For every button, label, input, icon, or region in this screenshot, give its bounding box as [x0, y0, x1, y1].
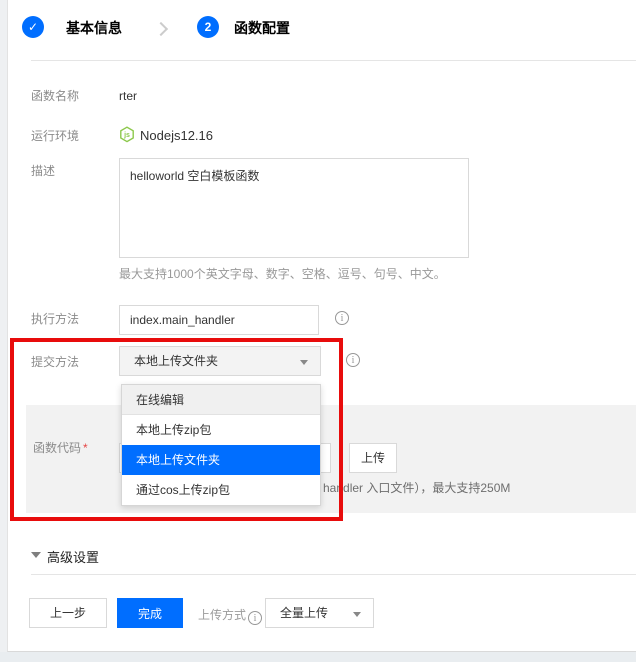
description-hint: 最大支持1000个英文字母、数字、空格、逗号、句号、中文。 [119, 266, 446, 282]
dropdown-option-online-edit[interactable]: 在线编辑 [122, 385, 320, 415]
dropdown-option-upload-folder[interactable]: 本地上传文件夹 [122, 445, 320, 475]
caret-down-icon [353, 612, 361, 617]
chevron-right-icon [154, 22, 168, 36]
page-background: ✓ 基本信息 2 函数配置 函数名称 rter 运行环境 js Nodejs12… [0, 0, 636, 662]
submit-method-selected-value: 本地上传文件夹 [134, 354, 218, 368]
caret-down-icon [300, 360, 308, 365]
handler-info-icon[interactable]: i [335, 311, 349, 325]
submit-method-select[interactable]: 本地上传文件夹 [119, 346, 321, 376]
submit-method-label: 提交方法 [31, 354, 79, 370]
upload-mode-selected-value: 全量上传 [280, 606, 328, 620]
step1-label[interactable]: 基本信息 [66, 17, 122, 39]
handler-input[interactable] [119, 305, 319, 335]
advanced-settings-toggle[interactable]: 高级设置 [47, 547, 99, 566]
wizard-card: ✓ 基本信息 2 函数配置 函数名称 rter 运行环境 js Nodejs12… [7, 0, 636, 652]
handler-label: 执行方法 [31, 311, 79, 327]
description-textarea[interactable]: helloworld 空白模板函数 [119, 158, 469, 258]
dropdown-option-upload-zip[interactable]: 本地上传zip包 [122, 415, 320, 445]
step2-circle: 2 [197, 16, 219, 38]
finish-button[interactable]: 完成 [117, 598, 183, 628]
bottom-gutter [0, 652, 636, 662]
submit-method-dropdown: 在线编辑 本地上传zip包 本地上传文件夹 通过cos上传zip包 [121, 384, 321, 506]
check-icon: ✓ [28, 20, 38, 34]
submit-method-info-icon[interactable]: i [346, 353, 360, 367]
upload-button[interactable]: 上传 [349, 443, 397, 473]
step2-label: 函数配置 [234, 17, 290, 39]
dropdown-option-cos-zip[interactable]: 通过cos上传zip包 [122, 475, 320, 505]
header-divider [31, 60, 636, 61]
function-name-value: rter [119, 88, 137, 104]
required-asterisk: * [83, 441, 88, 455]
previous-step-button[interactable]: 上一步 [29, 598, 107, 628]
svg-text:js: js [123, 132, 130, 139]
description-label: 描述 [31, 163, 55, 179]
step1-done-circle: ✓ [22, 16, 44, 38]
nodejs-icon: js [119, 126, 135, 143]
function-code-label: 函数代码* [33, 440, 88, 456]
function-name-label: 函数名称 [31, 88, 79, 104]
upload-mode-select[interactable]: 全量上传 [265, 598, 374, 628]
runtime-label: 运行环境 [31, 128, 79, 144]
upload-mode-label: 上传方式i [198, 606, 262, 625]
function-code-section [26, 405, 636, 513]
code-hint-fragment: handler 入口文件），最大支持250M [323, 480, 510, 496]
collapse-triangle-icon [31, 552, 41, 558]
runtime-value: Nodejs12.16 [140, 128, 213, 144]
footer-divider [31, 574, 636, 575]
upload-mode-info-icon[interactable]: i [248, 611, 262, 625]
